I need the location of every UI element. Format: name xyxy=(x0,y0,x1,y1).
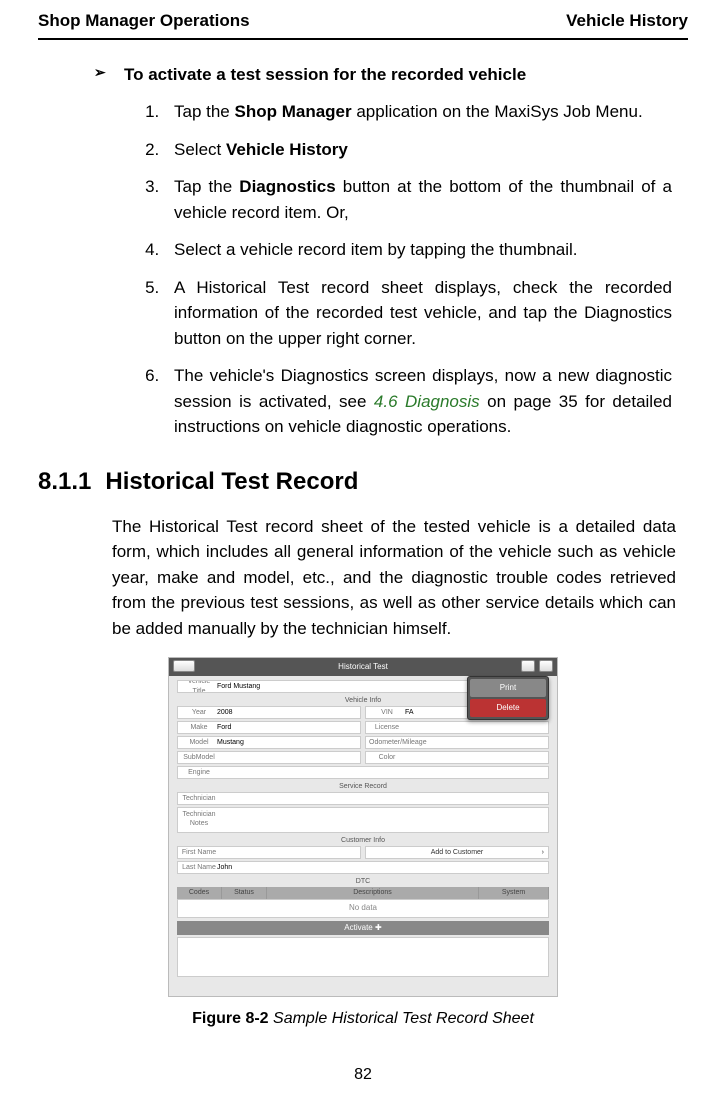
header-right: Vehicle History xyxy=(566,8,688,34)
section-title: Historical Test Record xyxy=(105,464,358,500)
activate-row: Activate ✚ xyxy=(177,921,549,935)
bullet-icon: ➢ xyxy=(94,62,124,88)
procedure-title: ➢ To activate a test session for the rec… xyxy=(94,62,688,88)
fig-toolbar-icons xyxy=(521,660,553,672)
back-icon xyxy=(173,660,195,672)
header-left: Shop Manager Operations xyxy=(38,8,250,34)
popup-menu: Print Delete xyxy=(467,676,549,720)
blank-area xyxy=(177,937,549,977)
cross-reference: 4.6 Diagnosis xyxy=(374,392,480,411)
section-number: 8.1.1 xyxy=(38,464,91,500)
menu-delete: Delete xyxy=(470,699,546,717)
figure-container: Historical Test Print Delete Vehicle Tit… xyxy=(38,657,688,1031)
add-customer-button: Add to Customer xyxy=(365,846,549,859)
menu-print: Print xyxy=(470,679,546,697)
step-3: Tap the Diagnostics button at the bottom… xyxy=(164,174,672,225)
sample-screenshot: Historical Test Print Delete Vehicle Tit… xyxy=(168,657,558,997)
step-4: Select a vehicle record item by tapping … xyxy=(164,237,672,263)
fig-body: Vehicle TitleFord Mustang Vehicle Info Y… xyxy=(169,676,557,996)
steps-list: Tap the Shop Manager application on the … xyxy=(164,99,688,440)
edit-icon xyxy=(521,660,535,672)
dtc-header: Codes Status Descriptions System xyxy=(177,887,549,899)
figure-caption: Figure 8-2 Sample Historical Test Record… xyxy=(38,1007,688,1031)
share-icon xyxy=(539,660,553,672)
step-6: The vehicle's Diagnostics screen display… xyxy=(164,363,672,440)
procedure-title-text: To activate a test session for the recor… xyxy=(124,62,526,88)
no-data-row: No data xyxy=(177,899,549,917)
section-heading: 8.1.1 Historical Test Record xyxy=(38,464,688,500)
page-number: 82 xyxy=(0,1063,726,1087)
step-1: Tap the Shop Manager application on the … xyxy=(164,99,672,125)
page-header: Shop Manager Operations Vehicle History xyxy=(38,8,688,40)
section-paragraph: The Historical Test record sheet of the … xyxy=(112,514,676,642)
fig-toolbar: Historical Test xyxy=(169,658,557,676)
step-2: Select Vehicle History xyxy=(164,137,672,163)
fig-title: Historical Test xyxy=(338,661,388,673)
step-5: A Historical Test record sheet displays,… xyxy=(164,275,672,352)
